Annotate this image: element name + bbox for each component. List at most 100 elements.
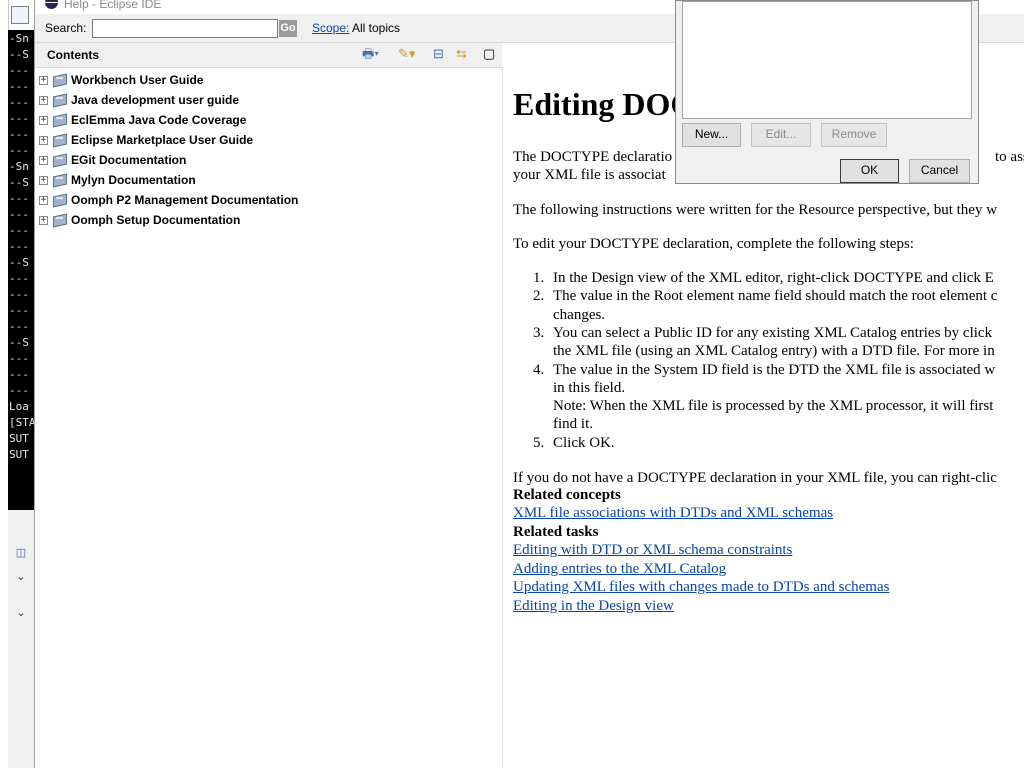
book-icon: [52, 114, 67, 127]
search-input[interactable]: [92, 19, 278, 38]
expand-icon[interactable]: +: [39, 95, 48, 105]
scope-link[interactable]: Scope:: [312, 21, 349, 35]
console-line: ---: [9, 112, 29, 125]
maximize-icon[interactable]: ▢: [483, 46, 495, 62]
ide-dropdown-icon-2[interactable]: ⌄: [12, 604, 30, 622]
cancel-button[interactable]: Cancel: [909, 159, 970, 183]
steps-intro: To edit your DOCTYPE declaration, comple…: [513, 236, 914, 252]
toc-item[interactable]: + EclEmma Java Code Coverage: [39, 111, 246, 129]
book-icon: [52, 134, 67, 147]
ok-button[interactable]: OK: [840, 159, 899, 183]
intro-line-1-tail: to asso: [995, 149, 1024, 165]
toc-item[interactable]: + Oomph Setup Documentation: [39, 211, 240, 229]
expand-icon[interactable]: +: [39, 75, 48, 85]
console-line: ---: [9, 384, 29, 397]
book-icon: [52, 194, 67, 207]
step-text: the XML file (using an XML Catalog entry…: [553, 343, 995, 360]
instructions-paragraph: The following instructions were written …: [513, 202, 998, 218]
toc-item-label: Java development user guide: [71, 93, 240, 107]
step-text: find it.: [553, 416, 593, 433]
console-line: Loa: [9, 400, 29, 413]
contents-title: Contents: [47, 48, 99, 62]
step-number: 1.: [533, 270, 545, 286]
catalog-dialog: New... Edit... Remove OK Cancel: [675, 0, 979, 184]
dialog-list-box[interactable]: [682, 1, 972, 119]
toc-item[interactable]: + Workbench User Guide: [39, 71, 203, 89]
toc-item-label: EGit Documentation: [71, 153, 187, 167]
expand-icon[interactable]: +: [39, 135, 48, 145]
document-title: Editing DOC: [513, 86, 694, 122]
console-line: ---: [9, 96, 29, 109]
toc-item-label: Mylyn Documentation: [71, 173, 196, 187]
console-line: ---: [9, 144, 29, 157]
step-text: in this field.: [553, 379, 626, 396]
ide-dropdown-icon-1[interactable]: ⌄: [12, 568, 30, 586]
intro-line-2: your XML file is associat: [513, 167, 666, 183]
toc-item[interactable]: + EGit Documentation: [39, 151, 186, 169]
step-number: 2.: [533, 288, 545, 305]
step-number: 3.: [533, 324, 545, 341]
collapse-all-icon[interactable]: ⊟: [433, 46, 444, 62]
console-line: ---: [9, 80, 29, 93]
panel-divider[interactable]: [502, 67, 503, 768]
toc-item-label: Oomph Setup Documentation: [71, 213, 241, 227]
console-line: [STA: [9, 416, 34, 429]
step-text: The value in the Root element name field…: [553, 288, 998, 305]
toc-item[interactable]: + Oomph P2 Management Documentation: [39, 191, 298, 209]
related-task-link[interactable]: Editing in the Design view: [513, 598, 674, 615]
step-text: Click OK.: [553, 434, 615, 451]
print-icon[interactable]: 🖶▾: [362, 46, 379, 62]
related-task-link[interactable]: Editing with DTD or XML schema constrain…: [513, 542, 792, 559]
step-text: changes.: [553, 306, 606, 323]
book-icon: [52, 74, 67, 87]
ide-library-icon[interactable]: ◫: [12, 544, 30, 562]
new-button[interactable]: New...: [682, 123, 741, 147]
console-line: SUT: [9, 432, 29, 445]
book-icon: [52, 94, 67, 107]
console-line: ---: [9, 288, 29, 301]
search-label: Search:: [45, 21, 87, 35]
console-line: ---: [9, 272, 29, 285]
toc-item-label: EclEmma Java Code Coverage: [71, 113, 247, 127]
window-title: Help - Eclipse IDE: [64, 0, 162, 11]
sync-toc-icon[interactable]: ⇆: [456, 46, 467, 62]
expand-icon[interactable]: +: [39, 175, 48, 185]
no-doctype-paragraph: If you do not have a DOCTYPE declaration…: [513, 470, 997, 486]
console-line: ---: [9, 208, 29, 221]
intro-line-1: The DOCTYPE declaratio: [513, 149, 673, 165]
step-text: The value in the System ID field is the …: [553, 361, 996, 378]
related-task-link[interactable]: Updating XML files with changes made to …: [513, 579, 889, 596]
toc-item[interactable]: + Eclipse Marketplace User Guide: [39, 131, 253, 149]
step-text: In the Design view of the XML editor, ri…: [553, 270, 994, 286]
console-line: -Sn: [9, 160, 29, 173]
related-concepts-heading: Related concepts: [513, 487, 621, 503]
console-line: ---: [9, 64, 29, 77]
related-task-link[interactable]: Adding entries to the XML Catalog: [513, 561, 726, 578]
book-icon: [52, 214, 67, 227]
eclipse-logo-icon: [45, 0, 58, 9]
expand-icon[interactable]: +: [39, 195, 48, 205]
book-icon: [52, 174, 67, 187]
go-button[interactable]: Go: [279, 20, 297, 37]
step-number: 5.: [533, 434, 545, 451]
remove-button[interactable]: Remove: [821, 123, 887, 147]
toc-item[interactable]: + Mylyn Documentation: [39, 171, 196, 189]
console-line: -Sn: [9, 32, 29, 45]
step-number: 4.: [533, 361, 545, 378]
toc-item-label: Workbench User Guide: [71, 73, 204, 87]
console-line: --S: [9, 336, 29, 349]
console-line: ---: [9, 224, 29, 237]
expand-icon[interactable]: +: [39, 155, 48, 165]
scope-value: All topics: [352, 21, 401, 35]
edit-button[interactable]: Edit...: [751, 123, 811, 147]
expand-icon[interactable]: +: [39, 215, 48, 225]
console-line: ---: [9, 240, 29, 253]
expand-icon[interactable]: +: [39, 115, 48, 125]
toc-item-label: Oomph P2 Management Documentation: [71, 193, 299, 207]
console-line: ---: [9, 128, 29, 141]
toc-item[interactable]: + Java development user guide: [39, 91, 239, 109]
console-line: --S: [9, 176, 29, 189]
related-concept-link[interactable]: XML file associations with DTDs and XML …: [513, 505, 833, 522]
step-text: Note: When the XML file is processed by …: [553, 398, 994, 415]
link-with-contents-icon[interactable]: ✎▾: [398, 46, 415, 62]
